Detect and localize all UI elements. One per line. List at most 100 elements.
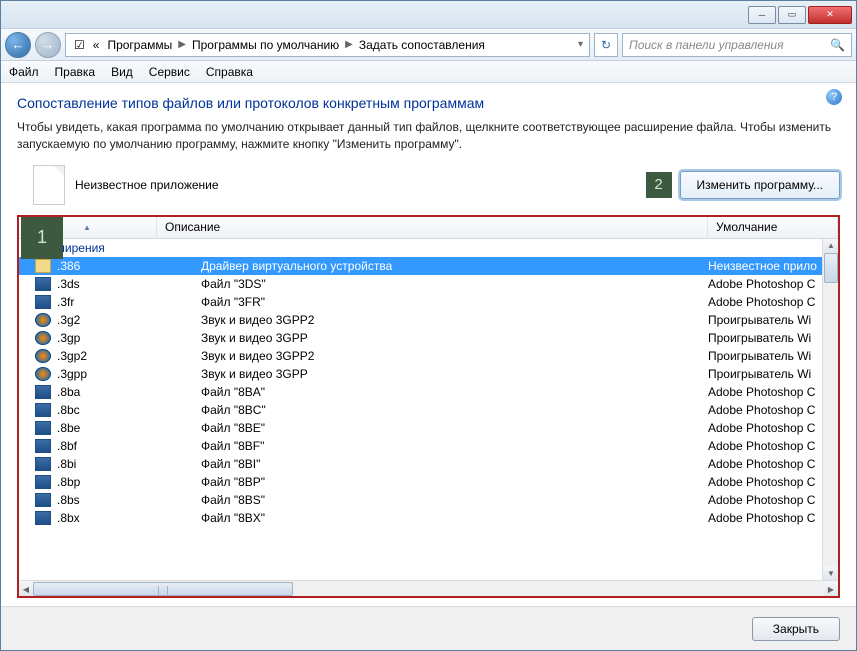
row-default: Adobe Photoshop C <box>708 385 838 399</box>
row-description: Файл "3DS" <box>173 277 708 291</box>
wmp-icon <box>35 349 51 363</box>
menu-service[interactable]: Сервис <box>149 65 190 79</box>
table-row[interactable]: .3frФайл "3FR"Adobe Photoshop C <box>19 293 838 311</box>
scroll-left-icon[interactable]: ◀ <box>19 581 33 597</box>
row-description: Звук и видео 3GPP2 <box>173 349 708 363</box>
row-default: Adobe Photoshop C <box>708 457 838 471</box>
menu-help[interactable]: Справка <box>206 65 253 79</box>
row-extension: .8bi <box>57 457 173 471</box>
table-row[interactable]: .8bxФайл "8BX"Adobe Photoshop C <box>19 509 838 527</box>
chevron-right-icon: ▶ <box>343 39 355 50</box>
minimize-button[interactable]: ─ <box>748 6 776 24</box>
table-row[interactable]: .3gp2Звук и видео 3GPP2Проигрыватель Wi <box>19 347 838 365</box>
search-placeholder: Поиск в панели управления <box>629 38 784 52</box>
ps-icon <box>35 421 51 435</box>
breadcrumb-prefix: « <box>89 38 104 52</box>
row-description: Звук и видео 3GPP2 <box>173 313 708 327</box>
file-types-table: 1 ▲ Описание Умолчание Расширения .386Др… <box>17 215 840 598</box>
row-description: Файл "8BE" <box>173 421 708 435</box>
scroll-down-icon[interactable]: ▼ <box>823 566 838 580</box>
chevron-down-icon[interactable]: ▾ <box>576 39 585 50</box>
row-default: Adobe Photoshop C <box>708 439 838 453</box>
refresh-button[interactable]: ↻ <box>594 33 618 57</box>
callout-2: 2 <box>646 172 672 198</box>
row-default: Проигрыватель Wi <box>708 313 838 327</box>
table-row[interactable]: .3gpЗвук и видео 3GPPПроигрыватель Wi <box>19 329 838 347</box>
table-row[interactable]: .3g2Звук и видео 3GPP2Проигрыватель Wi <box>19 311 838 329</box>
table-row[interactable]: .3dsФайл "3DS"Adobe Photoshop C <box>19 275 838 293</box>
menu-edit[interactable]: Правка <box>55 65 96 79</box>
row-default: Проигрыватель Wi <box>708 331 838 345</box>
row-extension: .8bx <box>57 511 173 525</box>
breadcrumb-item-2[interactable]: Задать сопоставления <box>355 38 489 52</box>
row-description: Файл "3FR" <box>173 295 708 309</box>
row-description: Файл "8BA" <box>173 385 708 399</box>
ps-icon <box>35 475 51 489</box>
column-default[interactable]: Умолчание <box>708 217 838 238</box>
ps-icon <box>35 277 51 291</box>
vertical-scrollbar[interactable]: ▲ ▼ <box>822 239 838 580</box>
table-row[interactable]: .386Драйвер виртуального устройстваНеизв… <box>19 257 838 275</box>
window: ─ ▭ ✕ ← → ☑ « Программы ▶ Программы по у… <box>0 0 857 651</box>
table-row[interactable]: .8baФайл "8BA"Adobe Photoshop C <box>19 383 838 401</box>
row-extension: .8bf <box>57 439 173 453</box>
table-row[interactable]: .8bfФайл "8BF"Adobe Photoshop C <box>19 437 838 455</box>
scroll-right-icon[interactable]: ▶ <box>824 581 838 597</box>
help-icon[interactable]: ? <box>826 89 842 105</box>
current-app-row: Неизвестное приложение 2 Изменить програ… <box>17 165 840 205</box>
close-button[interactable]: Закрыть <box>752 617 840 641</box>
forward-button[interactable]: → <box>35 32 61 58</box>
breadcrumb-item-1[interactable]: Программы по умолчанию <box>188 38 343 52</box>
row-description: Файл "8BI" <box>173 457 708 471</box>
row-description: Файл "8BF" <box>173 439 708 453</box>
change-program-button[interactable]: Изменить программу... <box>680 171 840 199</box>
row-default: Adobe Photoshop C <box>708 511 838 525</box>
search-icon[interactable]: 🔍 <box>830 38 845 52</box>
row-extension: .8bp <box>57 475 173 489</box>
row-description: Файл "8BS" <box>173 493 708 507</box>
footer: Закрыть <box>1 606 856 650</box>
breadcrumb[interactable]: ☑ « Программы ▶ Программы по умолчанию ▶… <box>65 33 590 57</box>
table-row[interactable]: .3gppЗвук и видео 3GPPПроигрыватель Wi <box>19 365 838 383</box>
horizontal-scrollbar[interactable]: ◀ ▶ <box>19 580 838 596</box>
row-default: Adobe Photoshop C <box>708 493 838 507</box>
row-default: Неизвестное прило <box>708 259 838 273</box>
menubar: Файл Правка Вид Сервис Справка <box>1 61 856 83</box>
row-default: Adobe Photoshop C <box>708 295 838 309</box>
scroll-up-icon[interactable]: ▲ <box>823 239 838 253</box>
breadcrumb-icon[interactable]: ☑ <box>70 38 89 52</box>
breadcrumb-item-0[interactable]: Программы <box>103 38 176 52</box>
row-extension: .3fr <box>57 295 173 309</box>
row-extension: .8be <box>57 421 173 435</box>
maximize-button[interactable]: ▭ <box>778 6 806 24</box>
table-row[interactable]: .8bcФайл "8BC"Adobe Photoshop C <box>19 401 838 419</box>
row-default: Проигрыватель Wi <box>708 367 838 381</box>
table-row[interactable]: .8beФайл "8BE"Adobe Photoshop C <box>19 419 838 437</box>
search-input[interactable]: Поиск в панели управления 🔍 <box>622 33 852 57</box>
column-description[interactable]: Описание <box>157 217 708 238</box>
ps-icon <box>35 385 51 399</box>
row-default: Adobe Photoshop C <box>708 421 838 435</box>
close-window-button[interactable]: ✕ <box>808 6 852 24</box>
row-default: Adobe Photoshop C <box>708 475 838 489</box>
table-body: Расширения .386Драйвер виртуального устр… <box>19 239 838 580</box>
row-description: Звук и видео 3GPP <box>173 367 708 381</box>
back-button[interactable]: ← <box>5 32 31 58</box>
scroll-thumb-h[interactable] <box>33 582 293 596</box>
row-extension: .8bs <box>57 493 173 507</box>
table-row[interactable]: .8biФайл "8BI"Adobe Photoshop C <box>19 455 838 473</box>
scroll-thumb[interactable] <box>824 253 838 283</box>
row-default: Проигрыватель Wi <box>708 349 838 363</box>
row-description: Файл "8BC" <box>173 403 708 417</box>
table-row[interactable]: .8bpФайл "8BP"Adobe Photoshop C <box>19 473 838 491</box>
ps-icon <box>35 439 51 453</box>
row-description: Звук и видео 3GPP <box>173 331 708 345</box>
row-description: Файл "8BP" <box>173 475 708 489</box>
titlebar: ─ ▭ ✕ <box>1 1 856 29</box>
current-app-name: Неизвестное приложение <box>75 178 219 192</box>
menu-view[interactable]: Вид <box>111 65 133 79</box>
table-row[interactable]: .8bsФайл "8BS"Adobe Photoshop C <box>19 491 838 509</box>
wmp-icon <box>35 331 51 345</box>
content-area: ? Сопоставление типов файлов или протоко… <box>1 83 856 606</box>
menu-file[interactable]: Файл <box>9 65 39 79</box>
